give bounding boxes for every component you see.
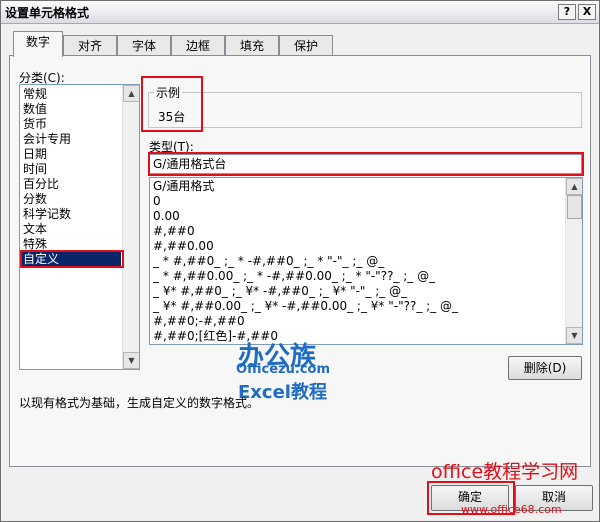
- category-item-number[interactable]: 数值: [23, 102, 47, 117]
- format-item[interactable]: G/通用格式: [153, 179, 214, 194]
- tab-number[interactable]: 数字: [13, 31, 63, 57]
- scroll-thumb[interactable]: [567, 195, 582, 219]
- format-item[interactable]: #,##0: [153, 224, 195, 239]
- watermark-site: Officezu.com: [236, 362, 331, 377]
- watermark-url: www.office68.com: [461, 503, 562, 516]
- format-item[interactable]: 0.00: [153, 209, 180, 224]
- type-input[interactable]: G/通用格式台: [149, 154, 582, 174]
- category-item-scientific[interactable]: 科学记数: [23, 207, 71, 222]
- sample-value: 35台: [158, 110, 186, 124]
- category-item-fraction[interactable]: 分数: [23, 192, 47, 207]
- watermark-brand: office教程学习网: [431, 461, 579, 483]
- format-cells-dialog: 设置单元格格式 ? X 数字 对齐 字体 边框 填充 保护 分类(C): 常规 …: [0, 0, 600, 522]
- format-item[interactable]: _ * #,##0.00_ ;_ * -#,##0.00_ ;_ * "-"??…: [153, 269, 435, 284]
- window-title: 设置单元格格式: [5, 6, 90, 20]
- format-item[interactable]: #,##0;-#,##0: [153, 314, 245, 329]
- format-item[interactable]: 0: [153, 194, 161, 209]
- sample-group: [148, 92, 582, 128]
- tab-font[interactable]: 字体: [117, 35, 171, 56]
- format-item[interactable]: #,##0.00: [153, 239, 214, 254]
- category-item-custom[interactable]: 自定义: [21, 252, 121, 267]
- number-tab-panel: 分类(C): 常规 数值 货币 会计专用 日期 时间 百分比 分数 科学记数 文…: [9, 55, 591, 467]
- category-item-accounting[interactable]: 会计专用: [23, 132, 71, 147]
- scroll-up-arrow-icon[interactable]: ▲: [123, 85, 139, 102]
- scroll-down-arrow-icon[interactable]: ▼: [123, 352, 139, 369]
- format-list[interactable]: G/通用格式 0 0.00 #,##0 #,##0.00 _ * #,##0_ …: [149, 177, 583, 345]
- tab-border[interactable]: 边框: [171, 35, 225, 56]
- category-list[interactable]: 常规 数值 货币 会计专用 日期 时间 百分比 分数 科学记数 文本 特殊 自定…: [19, 84, 140, 370]
- category-scrollbar[interactable]: ▲ ▼: [122, 85, 139, 369]
- close-button[interactable]: X: [578, 4, 596, 20]
- delete-button[interactable]: 删除(D): [508, 356, 582, 380]
- format-item[interactable]: _ * #,##0_ ;_ * -#,##0_ ;_ * "-"_ ;_ @_: [153, 254, 384, 269]
- tab-protection[interactable]: 保护: [279, 35, 333, 56]
- format-item[interactable]: _ ¥* #,##0.00_ ;_ ¥* -#,##0.00_ ;_ ¥* "-…: [153, 299, 458, 314]
- type-label: 类型(T):: [149, 140, 194, 154]
- help-button[interactable]: ?: [558, 4, 576, 20]
- scroll-down-arrow-icon[interactable]: ▼: [566, 327, 582, 344]
- category-item-currency[interactable]: 货币: [23, 117, 47, 132]
- category-item-percentage[interactable]: 百分比: [23, 177, 59, 192]
- category-item-special[interactable]: 特殊: [23, 237, 47, 252]
- scroll-up-arrow-icon[interactable]: ▲: [566, 178, 582, 195]
- format-item[interactable]: _ ¥* #,##0_ ;_ ¥* -#,##0_ ;_ ¥* "-"_ ;_ …: [153, 284, 407, 299]
- title-bar: 设置单元格格式 ? X: [1, 1, 599, 24]
- tab-fill[interactable]: 填充: [225, 35, 279, 56]
- sample-label: 示例: [154, 84, 183, 101]
- format-scrollbar[interactable]: ▲ ▼: [565, 178, 582, 344]
- category-item-general[interactable]: 常规: [23, 87, 47, 102]
- category-item-time[interactable]: 时间: [23, 162, 47, 177]
- tab-alignment[interactable]: 对齐: [63, 35, 117, 56]
- description-text: 以现有格式为基础，生成自定义的数字格式。: [19, 396, 260, 410]
- category-item-date[interactable]: 日期: [23, 147, 47, 162]
- category-item-text[interactable]: 文本: [23, 222, 47, 237]
